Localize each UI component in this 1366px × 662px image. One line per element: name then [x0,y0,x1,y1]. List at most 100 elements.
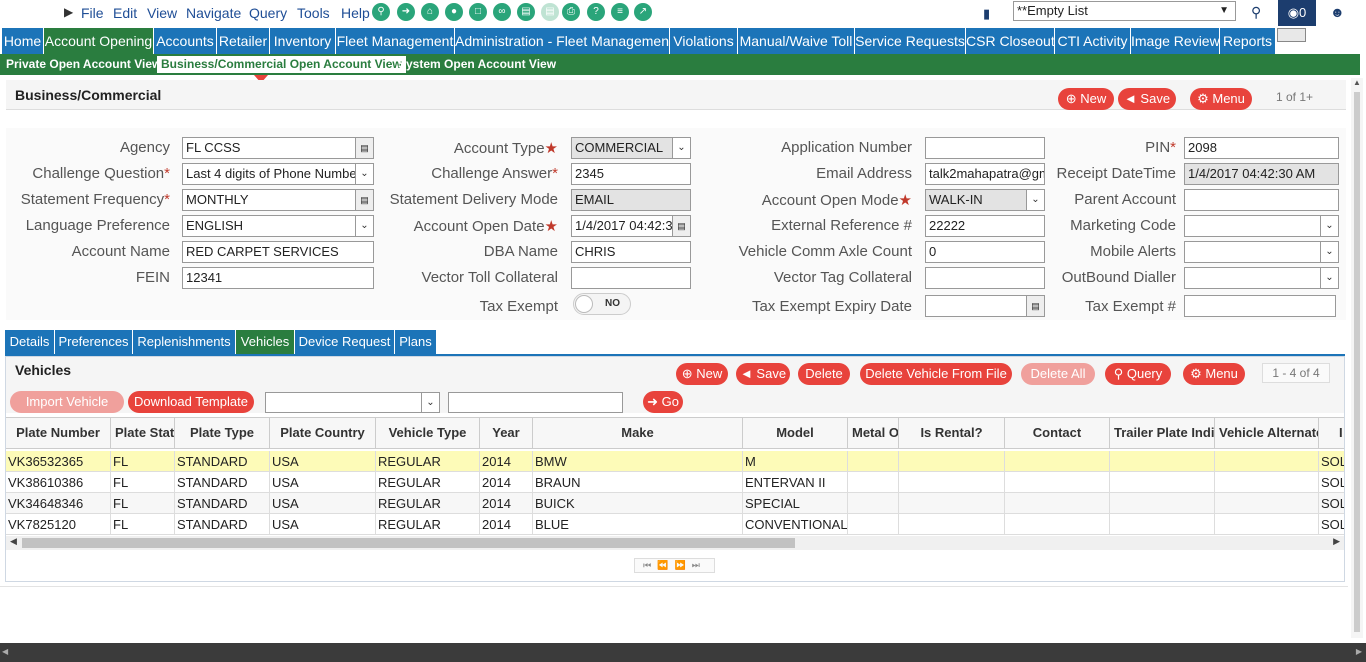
col-make[interactable]: Make [533,417,743,449]
form-menu-button[interactable]: ⚙ Menu [1190,88,1252,110]
vehicles-new-button[interactable]: ⊕ New [676,363,728,385]
user-icon[interactable]: ☻ [1330,4,1345,20]
vehicles-menu-button[interactable]: ⚙ Menu [1183,363,1245,385]
grid-horizontal-scrollbar[interactable]: ◀ ▶ [6,536,1344,550]
fein-field[interactable]: 12341 [182,267,374,289]
next-page-icon[interactable]: ⏩ [675,560,692,570]
delete-vehicle-from-file-button[interactable]: Delete Vehicle From File [860,363,1012,385]
menu-edit[interactable]: Edit [113,5,137,21]
clipboard-icon[interactable]: □ [469,3,487,21]
home-icon[interactable]: ⌂ [421,3,439,21]
col-more[interactable]: I [1319,417,1344,449]
scroll-right-icon[interactable]: ▶ [1356,647,1362,656]
menu-tools[interactable]: Tools [297,5,330,21]
tab-device-request[interactable]: Device Request [295,330,395,354]
tag-icon[interactable]: ● [445,3,463,21]
nav-service-requests[interactable]: Service Requests [855,28,966,54]
scroll-thumb[interactable] [1354,92,1360,632]
scroll-left-icon[interactable]: ◀ [10,536,17,547]
form-new-button[interactable]: ⊕ New [1058,88,1114,110]
col-plate-country[interactable]: Plate Country [270,417,376,449]
nav-accounts[interactable]: Accounts [154,28,217,54]
form-save-button[interactable]: ◄ Save [1118,88,1176,110]
vector-tag-collateral-field[interactable] [925,267,1045,289]
col-is-rental[interactable]: Is Rental? [899,417,1005,449]
scroll-right-icon[interactable]: ▶ [1333,536,1340,547]
tab-preferences[interactable]: Preferences [55,330,133,354]
scroll-up-icon[interactable]: ▲ [1353,78,1361,87]
tab-details[interactable]: Details [5,330,55,354]
col-year[interactable]: Year [480,417,533,449]
nav-csr-closeout[interactable]: CSR Closeout [966,28,1055,54]
challenge-answer-field[interactable]: 2345 [571,163,691,185]
vehicle-filter-select[interactable]: ⌄ [265,392,440,413]
print-icon[interactable]: ⎙ [562,3,580,21]
tab-replenishments[interactable]: Replenishments [133,330,236,354]
axle-count-field[interactable]: 0 [925,241,1045,263]
col-metal-oxide[interactable]: Metal O [848,417,899,449]
last-page-icon[interactable]: ⏭ [692,560,706,570]
vehicles-delete-button[interactable]: Delete [798,363,850,385]
lookup-icon[interactable]: ▤ [355,138,373,158]
vehicles-query-button[interactable]: ⚲ Query [1105,363,1171,385]
menu-view[interactable]: View [147,5,177,21]
copy-icon[interactable]: ▤ [541,3,559,21]
nav-image-review[interactable]: Image Review [1131,28,1220,54]
table-row[interactable]: VK34648346 FL STANDARD USA REGULAR 2014 … [6,493,1344,514]
menu-help[interactable]: Help [341,5,370,21]
col-vehicle-type[interactable]: Vehicle Type [376,417,480,449]
challenge-question-select[interactable]: Last 4 digits of Phone Number ⌄ [182,163,374,185]
nav-inventory[interactable]: Inventory [270,28,336,54]
nav-overflow-button[interactable] [1277,28,1306,42]
col-plate-type[interactable]: Plate Type [175,417,270,449]
caret-right-icon[interactable]: ▶ [64,5,73,19]
account-type-select[interactable]: COMMERCIAL ⌄ [571,137,691,159]
forward-icon[interactable]: ➜ [397,3,415,21]
download-template-button[interactable]: Download Template [128,391,254,413]
calendar-icon[interactable]: ▤ [672,216,690,236]
empty-list-select[interactable]: **Empty List ▼ [1013,1,1236,21]
account-name-field[interactable]: RED CARPET SERVICES [182,241,374,263]
nav-fleet-management[interactable]: Fleet Management [336,28,455,54]
tab-vehicles[interactable]: Vehicles [236,330,295,354]
open-mode-select[interactable]: WALK-IN ⌄ [925,189,1045,211]
list-icon[interactable]: ≡ [611,3,629,21]
statement-frequency-field[interactable]: MONTHLY ▤ [182,189,374,211]
nav-account-opening[interactable]: Account Opening [44,28,154,54]
agency-field[interactable]: FL CCSS ▤ [182,137,374,159]
subnav-system-open-account[interactable]: System Open Account View [398,57,556,71]
search-icon[interactable]: ⚲ [1251,4,1261,21]
nav-cti-activity[interactable]: CTI Activity [1055,28,1131,54]
col-trailer-plate[interactable]: Trailer Plate Indi [1110,417,1215,449]
go-button[interactable]: ➜ Go [643,391,683,413]
import-vehicle-button[interactable]: Import Vehicle [10,391,124,413]
nav-retailer[interactable]: Retailer [217,28,270,54]
parent-account-field[interactable] [1184,189,1339,211]
calendar-icon[interactable]: ▤ [1026,296,1044,316]
application-number-field[interactable] [925,137,1045,159]
scroll-left-icon[interactable]: ◀ [2,647,8,656]
table-row[interactable]: VK38610386 FL STANDARD USA REGULAR 2014 … [6,472,1344,493]
subnav-business-open-account[interactable]: Business/Commercial Open Account View [157,56,406,73]
tax-exempt-toggle[interactable]: NO [573,293,631,315]
prev-page-icon[interactable]: ⏪ [657,560,674,570]
subnav-private-open-account[interactable]: Private Open Account View [6,57,161,71]
marketing-code-select[interactable]: ⌄ [1184,215,1339,237]
tax-exempt-expiry-field[interactable]: ▤ [925,295,1045,317]
link-icon[interactable]: ∞ [493,3,511,21]
col-contact[interactable]: Contact [1005,417,1110,449]
first-page-icon[interactable]: ⏮ [643,560,657,570]
outbound-dialler-select[interactable]: ⌄ [1184,267,1339,289]
document-icon[interactable]: ▤ [517,3,535,21]
dba-field[interactable]: CHRIS [571,241,691,263]
vehicles-save-button[interactable]: ◄ Save [736,363,790,385]
table-row[interactable]: VK7825120 FL STANDARD USA REGULAR 2014 B… [6,514,1344,535]
table-row[interactable]: VK36532365 FL STANDARD USA REGULAR 2014 … [6,451,1344,472]
email-field[interactable]: talk2mahapatra@gmail.com [925,163,1045,185]
statement-delivery-field[interactable]: EMAIL [571,189,691,211]
nav-home[interactable]: Home [2,28,44,54]
nav-violations[interactable]: Violations [670,28,738,54]
pin-field[interactable]: 2098 [1184,137,1339,159]
search-icon[interactable]: ⚲ [372,3,390,21]
nav-manual-waive-toll[interactable]: Manual/Waive Toll [738,28,855,54]
